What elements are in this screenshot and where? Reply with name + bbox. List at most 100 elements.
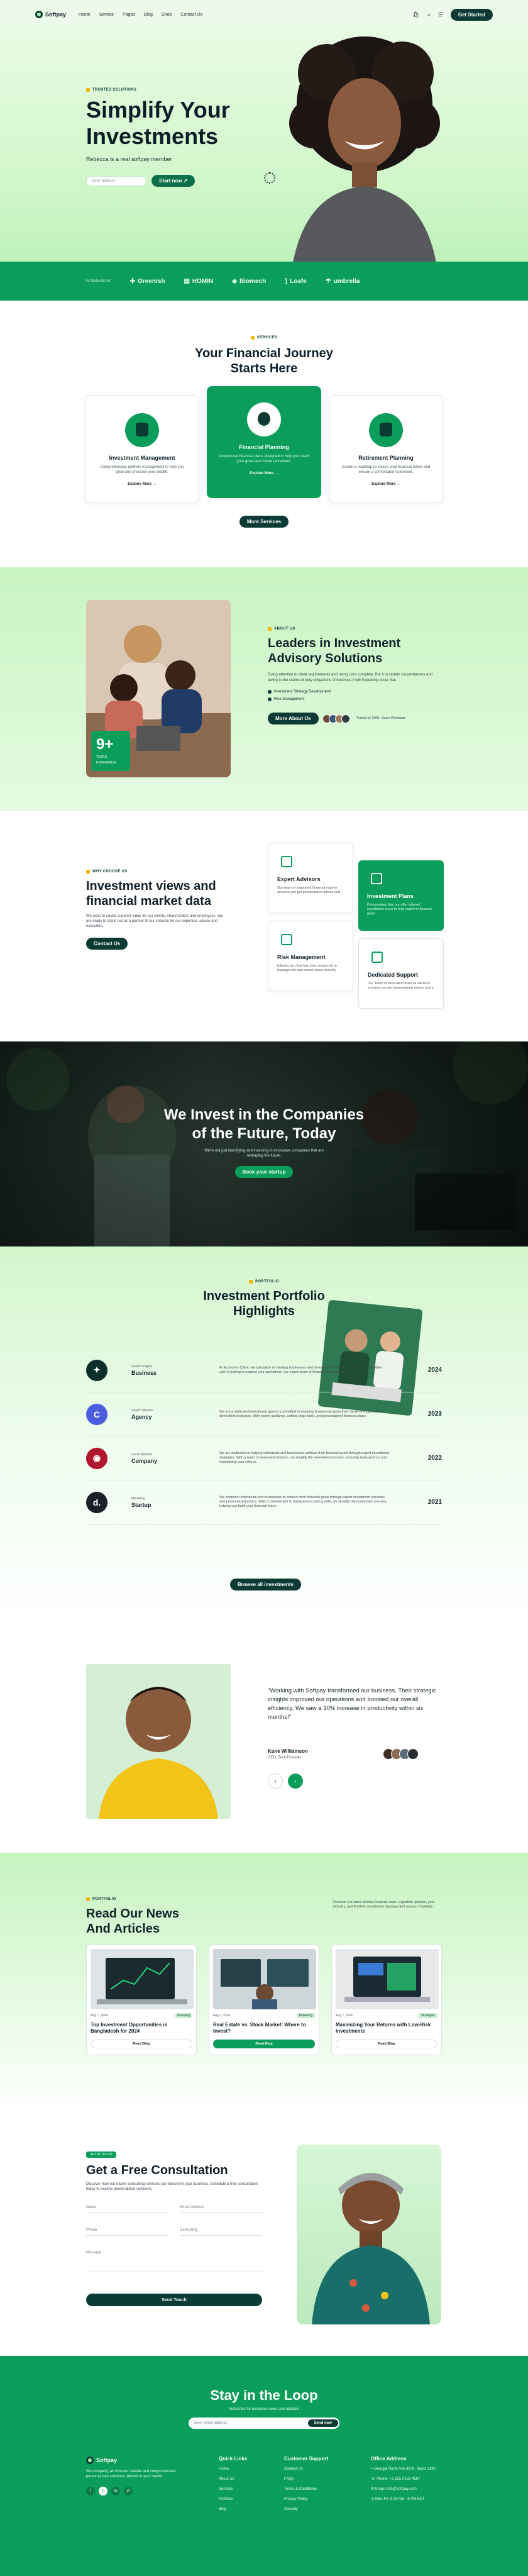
brand-logo[interactable]: Softpay <box>35 11 66 18</box>
testimonial-photo <box>86 1664 231 1819</box>
read-blog-button[interactable]: Read Blog <box>213 2040 315 2048</box>
linkedin-icon[interactable]: in <box>99 2487 107 2496</box>
news-card[interactable]: Aug 7, 2024 Investing Top Investment Oppo… <box>86 1945 197 2055</box>
service-card[interactable]: Investment Management Comprehensive port… <box>85 395 199 503</box>
more-services-button[interactable]: More Services <box>239 516 289 528</box>
feature-card[interactable]: Risk Management Informa tion that has be… <box>268 921 353 991</box>
hero-email-input[interactable]: Enter address <box>86 175 146 186</box>
news-title-text[interactable]: Real Estate vs. Stock Market: Where to I… <box>213 2022 315 2035</box>
browse-investments-button[interactable]: Browse all investments <box>230 1579 301 1591</box>
partner-name: umbrella <box>333 277 360 285</box>
nav-actions: 🛍 ⌕ ☰ Get Started <box>412 8 493 21</box>
read-blog-button[interactable]: Read Blog <box>336 2040 437 2048</box>
nav-link-shop[interactable]: Shop <box>162 13 172 17</box>
explore-link[interactable]: Explore More → <box>329 482 443 486</box>
footer-link[interactable]: FAQs <box>284 2477 328 2482</box>
footer: Stay in the Loop Subscribe for exclusive… <box>0 2356 528 2576</box>
news-category[interactable]: Strategies <box>418 2013 437 2018</box>
newsletter-send-button[interactable]: Send now <box>307 2419 338 2427</box>
portfolio-company: Business <box>131 1369 157 1376</box>
facebook-icon[interactable]: f <box>86 2487 95 2496</box>
search-icon[interactable]: ⌕ <box>427 11 431 18</box>
footer-logo[interactable]: Softpay <box>86 2457 187 2464</box>
portfolio-category: Social Network <box>131 1452 153 1457</box>
newsletter-email-input[interactable]: Enter email address <box>194 2421 227 2425</box>
news-section: PORTFOLIO Read Our News And Articles Disc… <box>0 1853 528 2114</box>
footer-link[interactable]: Terms & Conditions <box>284 2487 328 2492</box>
news-meta: Aug 7, 2024 Strategies <box>336 2013 437 2018</box>
footer-link[interactable]: Services <box>219 2487 247 2492</box>
nav-link-pages[interactable]: Pages <box>123 13 135 17</box>
contact-us-button[interactable]: Contact Us <box>86 938 128 950</box>
message-field[interactable]: Message <box>86 2247 262 2272</box>
service-cards: Investment Management Comprehensive port… <box>0 386 528 503</box>
consultation-form: GET IN TOUCH Get a Free Consultation Dis… <box>86 2151 262 2306</box>
news-category[interactable]: Brokering <box>296 2013 315 2018</box>
email-item: ✉ Email: info@softpay.com <box>371 2487 446 2492</box>
news-card[interactable]: Aug 7, 2024 Brokering Real Estate vs. Sto… <box>209 1945 319 2055</box>
prev-arrow-icon[interactable]: ‹ <box>268 1774 283 1789</box>
send-touch-button[interactable]: Send Touch <box>86 2294 262 2306</box>
footer-link[interactable]: Portfolio <box>219 2497 247 2502</box>
service-card-title: Investment Management <box>109 455 175 461</box>
cart-icon[interactable]: 🛍 <box>412 11 419 18</box>
news-category[interactable]: Investing <box>174 2013 192 2018</box>
phone-field[interactable]: Phone <box>86 2224 168 2236</box>
nav-link-blog[interactable]: Blog <box>144 13 153 17</box>
banner-desc: We're not just identifying and investing… <box>204 1149 324 1158</box>
service-card-title: Retirement Planning <box>358 455 414 461</box>
about-cta: More About Us Trusted by 150K+ Users Wor… <box>268 713 437 724</box>
hero-content: TRUSTED SOLUTIONS Simplify Your Investme… <box>86 87 287 187</box>
explore-link[interactable]: Explore More → <box>207 472 321 475</box>
monitors-image <box>213 1949 316 2009</box>
consulting-field[interactable]: Consulting <box>180 2224 262 2236</box>
partner-logo: ✚ Greenish <box>130 278 165 285</box>
news-title-text[interactable]: Maximizing Your Returns with Low-Risk In… <box>336 2022 437 2035</box>
hero-start-button[interactable]: Start now ↗ <box>151 175 195 187</box>
nav-link-service[interactable]: Service <box>99 13 114 17</box>
portfolio-row[interactable]: C Search Mission Agency We are a dedicate… <box>86 1392 442 1436</box>
get-started-button[interactable]: Get Started <box>450 8 493 21</box>
footer-col-title: Customer Support <box>284 2456 329 2462</box>
name-field[interactable]: Name <box>86 2202 168 2213</box>
feature-card[interactable]: Investment Plans Personalized that our o… <box>358 860 444 931</box>
nav-link-contact[interactable]: Contact Us <box>180 13 202 17</box>
news-title-line1: Read Our News <box>86 1907 179 1921</box>
portfolio-row[interactable]: ◉ Social Network Company We are dedicated… <box>86 1436 442 1480</box>
address-item: ⌖ Georgia North Ave 3100, Seoul 3180 <box>371 2467 446 2472</box>
service-card[interactable]: Retirement Planning Create a roadmap to … <box>329 395 443 503</box>
footer-col-title: Office Address <box>371 2456 407 2462</box>
logo-icon <box>35 11 43 18</box>
nav-link-home[interactable]: Home <box>79 13 91 17</box>
partner-name: Loafe <box>290 277 307 285</box>
book-startup-button[interactable]: Book your startup <box>234 1166 294 1178</box>
service-card[interactable]: Financial Planning Customized financial … <box>207 386 321 498</box>
service-card-desc: Comprehensive portfolio management to he… <box>100 465 184 474</box>
email-field[interactable]: Email Address <box>180 2202 262 2213</box>
menu-icon[interactable]: ☰ <box>438 11 443 18</box>
youtube-icon[interactable]: yt <box>124 2487 133 2496</box>
why-title: Investment views and financial market dat… <box>86 879 224 909</box>
explore-link-label: Explore More <box>128 482 152 486</box>
more-about-button[interactable]: More About Us <box>268 713 319 724</box>
testimonial-role: CEO, Tech Founder <box>268 1756 301 1760</box>
feature-card[interactable]: Expert Advisors Our team of seasoned fin… <box>268 843 353 913</box>
feature-card[interactable]: Dedicated Support Our Team of dedicated … <box>358 938 444 1009</box>
footer-link[interactable]: About Us <box>219 2477 247 2482</box>
service-card-desc: Customized financial plans designed to h… <box>218 455 310 464</box>
footer-link[interactable]: Security <box>284 2507 328 2512</box>
portfolio-desc: We empower individuals and businesses to… <box>219 1496 387 1508</box>
read-blog-button[interactable]: Read Blog <box>91 2040 192 2048</box>
banner-title: We Invest in the Companies of the Future,… <box>0 1106 528 1143</box>
explore-link[interactable]: Explore More → <box>85 482 199 486</box>
news-title-text[interactable]: Top Investment Opportunities in Banglade… <box>91 2022 192 2035</box>
twitter-icon[interactable]: tw <box>111 2487 120 2496</box>
footer-link[interactable]: Home <box>219 2467 247 2472</box>
footer-link[interactable]: Privacy Policy <box>284 2497 328 2502</box>
portfolio-row[interactable]: ✦ Search Engine Business At Economic Clie… <box>86 1348 442 1392</box>
next-arrow-icon[interactable]: › <box>288 1774 303 1789</box>
news-card[interactable]: Aug 7, 2024 Strategies Maximizing Your Re… <box>331 1945 442 2055</box>
footer-link[interactable]: Contact Us <box>284 2467 328 2472</box>
footer-link[interactable]: Blog <box>219 2507 247 2512</box>
portfolio-row[interactable]: d. Marketing Startup We empower individua… <box>86 1480 442 1524</box>
